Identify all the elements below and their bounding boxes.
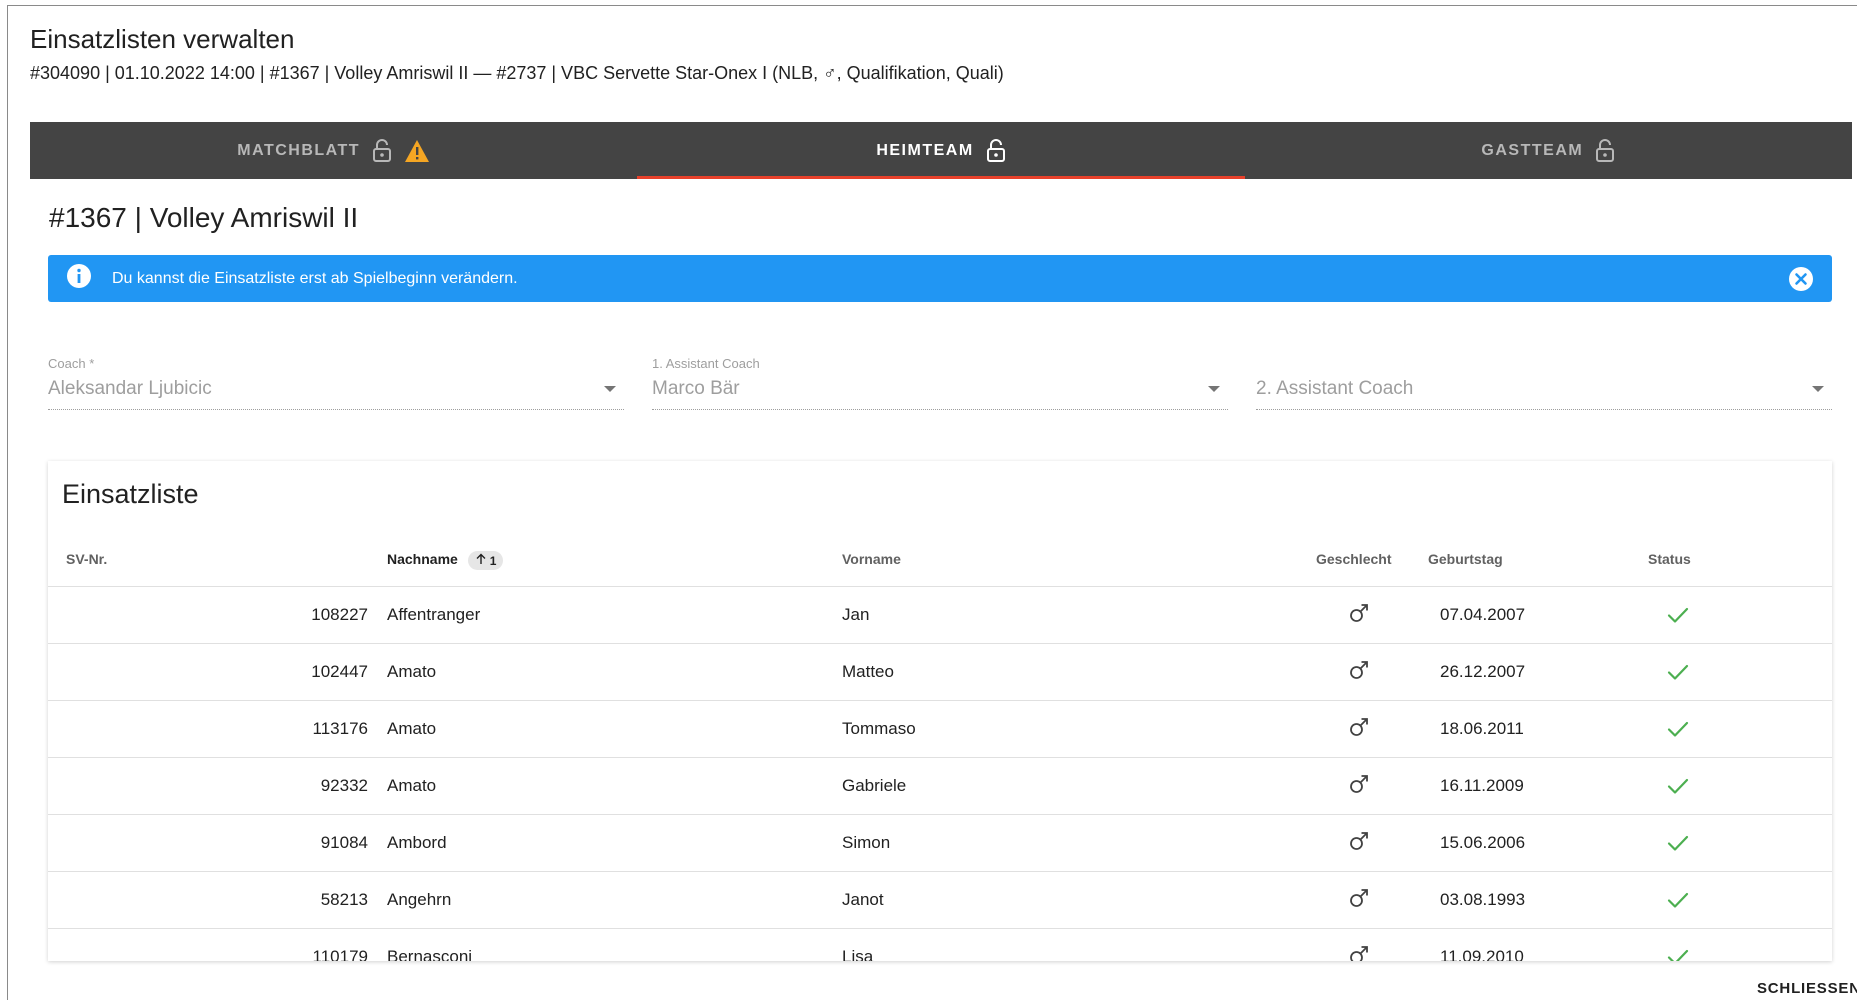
cell-geburtstag: 07.04.2007 <box>1440 605 1526 624</box>
cell-geburtstag: 03.08.1993 <box>1440 890 1526 909</box>
chevron-down-icon <box>604 386 616 392</box>
info-alert: Du kannst die Einsatzliste erst ab Spiel… <box>48 255 1832 302</box>
chevron-down-icon <box>1208 386 1220 392</box>
check-icon <box>1666 831 1690 860</box>
table-row[interactable]: 110179 Bernasconi Lisa 11.09.2010 <box>48 929 1832 961</box>
close-button[interactable]: SCHLIESSEN <box>1757 980 1857 997</box>
column-header-geburtstag[interactable]: Geburtstag <box>1428 551 1503 567</box>
cell-vorname: Lisa <box>842 947 874 961</box>
coach-value: Aleksandar Ljubicic <box>48 378 212 399</box>
tab-heimteam[interactable]: HEIMTEAM <box>637 122 1245 179</box>
male-icon <box>1348 716 1370 743</box>
cell-nachname: Amato <box>387 776 437 795</box>
column-header-vorname[interactable]: Vorname <box>842 551 901 567</box>
cell-vorname: Tommaso <box>842 719 916 738</box>
cell-nr: 92332 <box>320 776 368 795</box>
table-row[interactable]: 113176 Amato Tommaso 18.06.2011 <box>48 701 1832 758</box>
cell-nachname: Amato <box>387 662 437 681</box>
sort-order: 1 <box>489 553 497 568</box>
tab-gastteam[interactable]: GASTTEAM <box>1245 122 1852 179</box>
close-alert-icon[interactable] <box>1788 266 1814 292</box>
table-body: 108227 Affentranger Jan 07.04.2007 10244… <box>48 587 1832 961</box>
chevron-down-icon <box>1812 386 1824 392</box>
arrow-up-icon <box>475 553 487 568</box>
cell-nachname: Ambord <box>387 833 447 852</box>
cell-geburtstag: 18.06.2011 <box>1440 719 1524 738</box>
info-icon <box>66 263 92 294</box>
cell-nachname: Angehrn <box>387 890 452 909</box>
tab-matchblatt[interactable]: MATCHBLATT <box>30 122 637 179</box>
sort-badge: 1 <box>467 551 504 570</box>
warning-icon <box>404 139 430 163</box>
cell-nr: 108227 <box>311 605 368 624</box>
team-heading: #1367 | Volley Amriswil II <box>49 202 359 233</box>
table-header: SV-Nr. Nachname 1 Vorname Geschlecht Geb… <box>48 531 1832 587</box>
check-icon <box>1666 660 1690 689</box>
cell-vorname: Simon <box>842 833 891 852</box>
lock-icon <box>1595 138 1615 163</box>
cell-nr: 113176 <box>312 719 368 738</box>
match-info: #304090 | 01.10.2022 14:00 | #1367 | Vol… <box>30 63 1004 83</box>
column-header-nachname[interactable]: Nachname 1 <box>387 551 504 570</box>
assistant-coach-1-select[interactable]: 1. Assistant Coach Marco Bär <box>652 356 1228 410</box>
male-icon <box>1348 944 1370 961</box>
cell-nr: 91084 <box>320 833 368 852</box>
check-icon <box>1666 603 1690 632</box>
male-icon <box>1348 887 1370 914</box>
cell-geburtstag: 26.12.2007 <box>1440 662 1526 681</box>
column-header-geschlecht[interactable]: Geschlecht <box>1316 551 1391 567</box>
tab-label: MATCHBLATT <box>237 141 361 159</box>
cell-nachname: Amato <box>387 719 437 738</box>
table-row[interactable]: 92332 Amato Gabriele 16.11.2009 <box>48 758 1832 815</box>
lock-icon <box>372 138 392 163</box>
check-icon <box>1666 717 1690 746</box>
assistant-coach-2-placeholder: 2. Assistant Coach <box>1256 378 1414 399</box>
cell-nr: 102447 <box>311 662 368 681</box>
tab-label: GASTTEAM <box>1481 141 1584 159</box>
roster-title: Einsatzliste <box>62 479 199 509</box>
table-row[interactable]: 91084 Ambord Simon 15.06.2006 <box>48 815 1832 872</box>
assistant-coach-1-label: 1. Assistant Coach <box>652 356 760 371</box>
column-header-nr[interactable]: SV-Nr. <box>66 551 107 567</box>
tab-label: HEIMTEAM <box>876 141 974 159</box>
table-row[interactable]: 108227 Affentranger Jan 07.04.2007 <box>48 587 1832 644</box>
lock-icon <box>986 138 1006 163</box>
alert-text: Du kannst die Einsatzliste erst ab Spiel… <box>112 269 518 287</box>
cell-nachname: Affentranger <box>387 605 481 624</box>
cell-geburtstag: 16.11.2009 <box>1440 776 1524 795</box>
male-icon <box>1348 602 1370 629</box>
column-header-nachname-label: Nachname <box>387 551 458 568</box>
male-icon <box>1348 830 1370 857</box>
check-icon <box>1666 774 1690 803</box>
cell-nachname: Bernasconi <box>387 947 473 961</box>
team-tabs: MATCHBLATT HEIMTEAM GASTTEAM <box>30 122 1852 179</box>
cell-vorname: Gabriele <box>842 776 907 795</box>
dialog-title: Einsatzlisten verwalten <box>30 24 295 54</box>
cell-vorname: Janot <box>842 890 884 909</box>
coach-select[interactable]: Coach * Aleksandar Ljubicic <box>48 356 624 410</box>
cell-vorname: Jan <box>842 605 870 624</box>
column-header-status[interactable]: Status <box>1648 551 1691 567</box>
assistant-coach-1-value: Marco Bär <box>652 378 740 399</box>
cell-geburtstag: 11.09.2010 <box>1440 947 1524 961</box>
male-icon <box>1348 773 1370 800</box>
table-row[interactable]: 58213 Angehrn Janot 03.08.1993 <box>48 872 1832 929</box>
roster-card: Einsatzliste SV-Nr. Nachname 1 Vorname G… <box>48 461 1832 961</box>
cell-nr: 110179 <box>312 947 368 961</box>
table-row[interactable]: 102447 Amato Matteo 26.12.2007 <box>48 644 1832 701</box>
dialog: Einsatzlisten verwalten #304090 | 01.10.… <box>7 5 1857 1000</box>
check-icon <box>1666 945 1690 961</box>
coach-label: Coach * <box>48 356 95 371</box>
cell-nr: 58213 <box>320 890 368 909</box>
cell-vorname: Matteo <box>842 662 894 681</box>
male-icon <box>1348 659 1370 686</box>
assistant-coach-2-select[interactable]: 2. Assistant Coach <box>1256 356 1832 410</box>
cell-geburtstag: 15.06.2006 <box>1440 833 1526 852</box>
check-icon <box>1666 888 1690 917</box>
